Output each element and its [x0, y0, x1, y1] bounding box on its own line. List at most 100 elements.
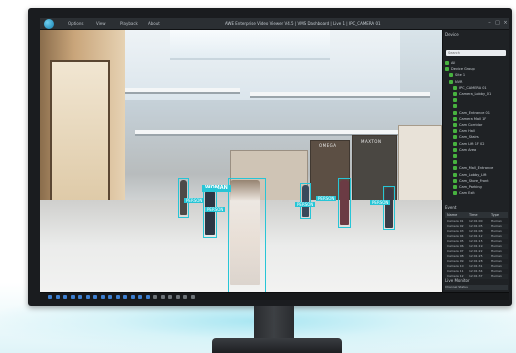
layout-9-icon[interactable]	[63, 295, 67, 299]
ptz-icon[interactable]	[130, 295, 135, 299]
device-tree-item[interactable]: Cam_Entrance 01	[453, 110, 490, 116]
layout-4-icon[interactable]	[55, 295, 60, 299]
camera-icon	[453, 129, 457, 134]
device-tree-item[interactable]: Cam Corridor	[453, 122, 482, 128]
prev-icon[interactable]	[160, 295, 165, 299]
audio-icon[interactable]	[123, 295, 127, 299]
detection-box-woman[interactable]	[228, 178, 266, 292]
device-tree-item[interactable]: Cam Exit	[453, 190, 475, 196]
device-tree-label: Cam Lift 1F 02	[459, 141, 485, 146]
app-title: AWE Enterprise Video Viewer V4.5 | VMS D…	[225, 21, 381, 26]
device-tree-label: Cam Corridor	[459, 123, 483, 127]
layout-36-icon[interactable]	[85, 295, 90, 299]
device-tree-item[interactable]: Camera_Lobby_01	[453, 91, 491, 97]
layout-1-icon[interactable]	[48, 295, 52, 299]
record-icon[interactable]	[115, 295, 120, 299]
detection-box-1[interactable]	[203, 188, 217, 238]
camera-icon	[453, 92, 457, 96]
camera-icon	[453, 141, 457, 146]
device-tree-label: Cam_Stairs	[459, 135, 479, 140]
monitor-screen: Options View Playback About AWE Enterpri…	[40, 18, 509, 300]
info-icon[interactable]	[190, 295, 195, 299]
detection-box-3[interactable]	[383, 186, 395, 230]
camera-icon	[453, 166, 457, 171]
next-icon[interactable]	[168, 295, 172, 299]
device-tree-item[interactable]: Cam Lift 1F 02	[453, 141, 485, 147]
device-tree-item[interactable]: Cam_Lobby_Lift	[453, 172, 487, 178]
minimize-icon[interactable]: –	[486, 20, 493, 27]
device-tree-item[interactable]: Cam_Stairs	[453, 134, 479, 140]
snapshot-icon[interactable]	[108, 295, 112, 299]
device-tree-item[interactable]	[453, 103, 459, 109]
device-tree-label: Cam_Store_Front	[459, 178, 489, 183]
settings-icon[interactable]	[153, 295, 157, 299]
camera-video-view[interactable]: OMEGA MAXTON WOMAN PERSON PERSON PERSON …	[40, 30, 442, 292]
layout-25-icon[interactable]	[78, 295, 82, 299]
detection-label-1: PERSON	[205, 207, 226, 212]
device-tree-item[interactable]	[453, 97, 459, 103]
device-search-input[interactable]: Search	[446, 50, 506, 56]
menu-playback[interactable]: Playback	[120, 20, 138, 27]
event-table-header: Name Time Type	[445, 212, 508, 218]
device-tree-item[interactable]: All	[445, 60, 455, 66]
alarm-icon[interactable]	[183, 295, 187, 299]
device-tree-label: Camera_Lobby_01	[459, 92, 492, 96]
menu-options[interactable]: Options	[68, 20, 83, 27]
device-tree-item[interactable]: Device Group	[445, 66, 475, 72]
device-tree-label: Cam Area	[459, 147, 477, 152]
device-tree-item[interactable]: Cam Hall	[453, 128, 475, 134]
device-tree-item[interactable]	[453, 153, 459, 159]
device-tree-label: Device Group	[451, 67, 475, 72]
monitor-stand-neck	[254, 306, 294, 340]
title-bar: Options View Playback About AWE Enterpri…	[40, 18, 509, 30]
device-tree-label: NVR	[455, 79, 463, 84]
device-tree-item[interactable]: Site 1	[449, 72, 465, 78]
device-tree-item[interactable]: Cam_Store_Front	[453, 178, 489, 184]
detection-box-5[interactable]	[300, 183, 311, 219]
live-monitor-bar: Channel Status	[445, 285, 508, 290]
mall-balcony-right	[250, 92, 430, 98]
maximize-icon[interactable]: □	[494, 20, 501, 27]
device-tree-label: Cam_Lobby_Lift	[459, 172, 487, 177]
mall-balcony-left	[110, 88, 240, 94]
menu-about[interactable]: About	[148, 20, 160, 27]
split-icon[interactable]	[93, 295, 97, 299]
close-icon[interactable]: ×	[502, 20, 509, 27]
event-col-name[interactable]: Name	[447, 212, 457, 218]
device-tree-item[interactable]	[453, 159, 459, 165]
layout-16-icon[interactable]	[70, 295, 75, 299]
device-tree-label: Cam Exit	[459, 191, 475, 196]
store-sign-omega: OMEGA	[319, 143, 337, 148]
app-logo-icon	[44, 19, 54, 29]
camera-icon	[453, 191, 457, 196]
event-panel-header: Event	[445, 205, 457, 210]
device-tree-label: Cam_Parking	[459, 185, 482, 189]
camera-icon	[449, 79, 453, 84]
device-tree-item[interactable]: Cam_Parking	[453, 184, 482, 190]
detection-label-3: PERSON	[370, 200, 391, 205]
zoom-icon[interactable]	[138, 295, 142, 299]
camera-icon	[445, 61, 449, 65]
camera-icon	[453, 147, 457, 152]
device-tree-label: All	[451, 61, 456, 65]
sequence-icon[interactable]	[175, 295, 180, 299]
device-tree-item[interactable]: Cam Area	[453, 147, 476, 153]
event-cell: 12:01:37	[469, 274, 483, 278]
device-tree-item[interactable]: Cam_Mall_Entrance	[453, 165, 493, 171]
camera-icon	[453, 116, 457, 121]
device-tree-item[interactable]: NVR	[449, 79, 462, 85]
mall-skylight	[170, 30, 330, 60]
detection-box-2[interactable]	[338, 178, 351, 228]
device-tree-label: IPC_CAMERA 01	[459, 85, 487, 90]
menu-view[interactable]: View	[96, 20, 106, 27]
camera-icon	[453, 154, 457, 158]
camera-icon	[453, 104, 457, 109]
grid-icon[interactable]	[100, 295, 105, 299]
event-col-time[interactable]: Time	[469, 212, 478, 218]
event-col-type[interactable]: Type	[491, 212, 499, 218]
fullscreen-icon[interactable]	[145, 295, 150, 299]
camera-icon	[453, 185, 457, 189]
device-tree-item[interactable]: Camera Mall 1F	[453, 116, 486, 122]
device-tree-item[interactable]: IPC_CAMERA 01	[453, 85, 487, 91]
camera-icon	[453, 123, 457, 127]
